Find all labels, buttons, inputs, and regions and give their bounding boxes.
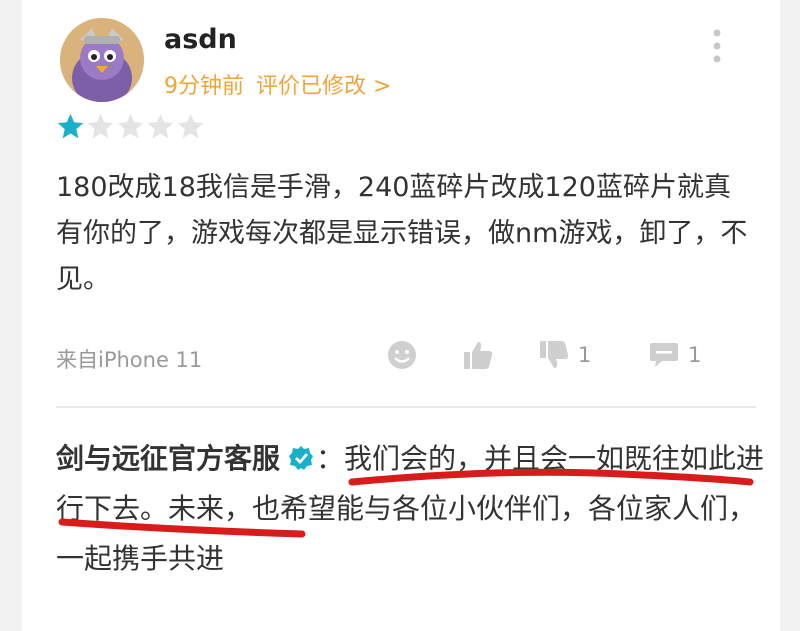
device-label: 来自iPhone 11 [56,348,203,372]
time-ago: 9分钟前 [164,74,244,99]
comment-icon [650,343,678,367]
username[interactable]: asdn [164,24,237,55]
star-icon [177,113,204,139]
star-icon [117,113,144,139]
official-reply: 剑与远征官方客服 ：我们会的，并且会一如既往如此进行下去。未来，也希望能与各位小… [56,434,766,584]
review-meta: 9分钟前 评价已修改 > [164,68,391,100]
star-icon [87,113,114,139]
reply-author[interactable]: 剑与远征官方客服 [56,442,280,475]
emoji-button[interactable] [386,338,418,372]
emoji-icon [388,341,416,369]
star-icon [57,113,84,139]
review-text: 180改成18我信是手滑，240蓝碎片改成120蓝碎片就真有你的了，游戏每次都是… [56,172,748,295]
thumbs-down-icon [540,341,569,368]
avatar-image [60,18,144,102]
star-icon [147,113,174,139]
like-button[interactable] [462,338,494,372]
more-vertical-icon[interactable] [710,28,724,64]
dislike-button[interactable]: 1 [538,338,591,372]
comment-button[interactable]: 1 [648,338,701,372]
star-rating [56,112,206,142]
thumbs-up-icon [464,342,493,369]
verified-badge-icon [289,446,314,470]
edited-link[interactable]: 评价已修改 > [256,74,391,99]
review-card: asdn 9分钟前 评价已修改 > 180改成18我信是手滑，240蓝碎片改成12… [22,0,780,631]
avatar[interactable] [60,18,144,102]
dislike-count: 1 [578,343,592,367]
comment-count: 1 [688,343,702,367]
divider [56,406,756,408]
